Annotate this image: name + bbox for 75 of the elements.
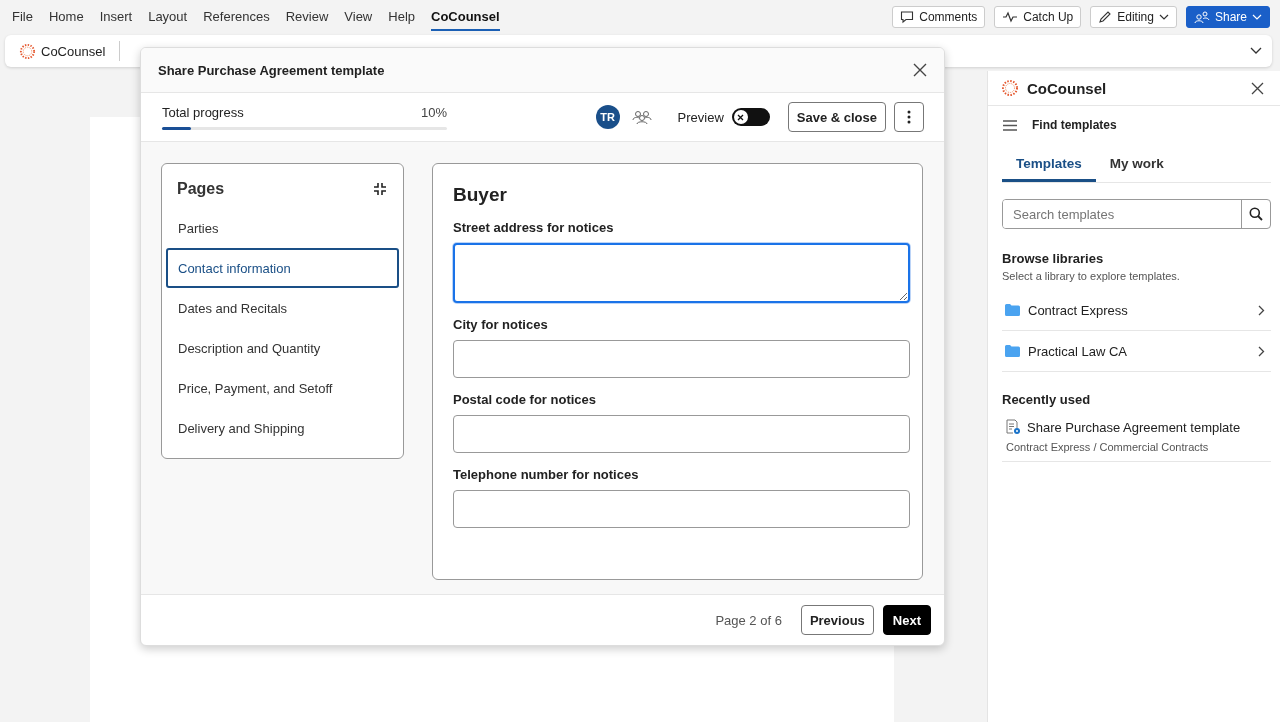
panel-tab[interactable]: My work xyxy=(1095,150,1178,182)
next-button[interactable]: Next xyxy=(882,605,931,635)
people-icon[interactable] xyxy=(631,109,652,125)
share-button[interactable]: Share xyxy=(1185,5,1270,28)
library-item[interactable]: Practical Law CA xyxy=(1002,331,1271,372)
section-heading: Browse libraries xyxy=(1002,251,1105,266)
previous-button[interactable]: Previous xyxy=(800,605,874,635)
close-icon[interactable] xyxy=(1251,81,1264,95)
panel-tab[interactable]: Templates xyxy=(1002,150,1096,182)
menu-tab[interactable]: Help xyxy=(388,2,415,31)
cocounsel-ribbon-button[interactable]: CoCounsel xyxy=(19,42,106,60)
input-field[interactable] xyxy=(453,415,910,453)
section-heading: Recently used xyxy=(1002,392,1092,407)
field-label: Street address for notices xyxy=(453,220,615,235)
more-options-button[interactable] xyxy=(894,102,924,132)
pages-title: Pages xyxy=(177,180,225,198)
comments-button[interactable]: Comments xyxy=(892,5,986,28)
page-indicator: Page 2 of 6 xyxy=(715,612,782,628)
menu-tab[interactable]: Home xyxy=(48,2,84,31)
menu-icon[interactable] xyxy=(1003,119,1017,131)
menu-tab[interactable]: References xyxy=(203,2,270,31)
pulse-icon xyxy=(1002,10,1019,23)
page-nav-item[interactable]: Delivery and Shipping xyxy=(166,408,399,448)
page-nav-item[interactable]: Price, Payment, and Setoff xyxy=(166,368,399,408)
panel-title: CoCounsel xyxy=(1027,79,1107,97)
field-label: Postal code for notices xyxy=(453,392,598,407)
document-icon xyxy=(1006,419,1021,435)
progress-label: Total progress xyxy=(162,104,244,120)
field-label: Telephone number for notices xyxy=(453,467,640,482)
progress-value: 10% xyxy=(420,104,447,120)
catchup-button[interactable]: Catch Up xyxy=(994,5,1082,28)
menu-tab[interactable]: File xyxy=(12,2,33,31)
chevron-right-icon xyxy=(1258,345,1265,357)
dialog-title: Share Purchase Agreement template xyxy=(158,62,385,78)
search-icon xyxy=(1249,207,1263,221)
section-subtitle: Select a library to explore templates. xyxy=(1002,270,1181,282)
menu-tab[interactable]: Layout xyxy=(148,2,188,31)
menu-tab[interactable]: Insert xyxy=(99,2,133,31)
collapse-icon[interactable] xyxy=(373,182,387,196)
nav-label: Find templates xyxy=(1032,118,1117,132)
cross-icon xyxy=(737,113,745,121)
pencil-icon xyxy=(1098,9,1113,24)
chevron-down-icon xyxy=(1158,13,1169,20)
search-field[interactable]: Search templates xyxy=(1002,199,1271,229)
folder-icon xyxy=(1005,304,1020,316)
recent-template-link[interactable]: Share Purchase Agreement template xyxy=(1027,419,1241,435)
comment-icon xyxy=(900,9,915,24)
editing-button[interactable]: Editing xyxy=(1090,5,1177,28)
chevron-down-icon[interactable] xyxy=(1250,47,1262,55)
page-nav-item[interactable]: Dates and Recitals xyxy=(166,288,399,328)
menu-tab[interactable]: CoCounsel xyxy=(431,2,500,31)
page-nav-item[interactable]: Description and Quantity xyxy=(166,328,399,368)
ring-logo-icon xyxy=(19,42,36,60)
page-nav-item[interactable]: Contact information xyxy=(166,248,399,288)
user-avatar: TR xyxy=(595,105,620,129)
chevron-down-icon xyxy=(1252,13,1262,20)
template-path: Contract Express / Commercial Contracts xyxy=(1006,441,1210,453)
save-close-button[interactable]: Save & close xyxy=(787,102,886,132)
text-area[interactable] xyxy=(453,243,910,303)
section-title: Buyer xyxy=(453,184,508,206)
chevron-right-icon xyxy=(1258,304,1265,316)
folder-icon xyxy=(1005,345,1020,357)
preview-toggle[interactable] xyxy=(731,108,770,126)
page-nav-item[interactable]: Parties xyxy=(166,208,399,248)
input-field[interactable] xyxy=(453,490,910,528)
more-icon xyxy=(907,110,911,124)
close-icon[interactable] xyxy=(913,63,927,77)
preview-label: Preview xyxy=(677,109,724,125)
input-field[interactable] xyxy=(453,340,910,378)
menu-tab[interactable]: View xyxy=(344,2,373,31)
field-label: City for notices xyxy=(453,317,549,332)
library-item[interactable]: Contract Express xyxy=(1002,290,1271,331)
menu-tab[interactable]: Review xyxy=(285,2,329,31)
people-icon xyxy=(1193,9,1210,24)
ring-logo-icon xyxy=(1001,79,1019,97)
